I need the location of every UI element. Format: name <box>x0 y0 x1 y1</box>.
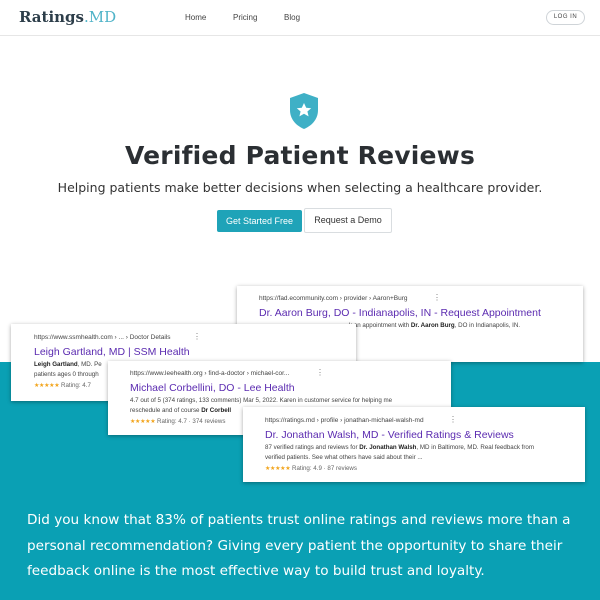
get-started-button[interactable]: Get Started Free <box>217 210 302 232</box>
logo-tld: .MD <box>84 8 117 26</box>
result-snippet: k an appointment with Dr. Aaron Burg, DO… <box>349 322 521 329</box>
nav-blog-link[interactable]: Blog <box>284 13 300 22</box>
more-vertical-icon[interactable]: ⋮ <box>316 369 324 377</box>
request-demo-button[interactable]: Request a Demo <box>304 208 392 233</box>
rating-stars-icon: ★★★★★ <box>130 418 156 425</box>
site-logo[interactable]: Ratings.MD <box>19 8 116 26</box>
result-url[interactable]: https://www.ssmhealth.com › ... › Doctor… <box>34 334 171 341</box>
result-rating: ★★★★★ Rating: 4.9 · 87 reviews <box>265 465 357 472</box>
hero-subtitle: Helping patients make better decisions w… <box>57 180 543 195</box>
nav-home-link[interactable]: Home <box>185 13 206 22</box>
result-url[interactable]: https://ratings.md › profile › jonathan-… <box>265 417 424 424</box>
more-vertical-icon[interactable]: ⋮ <box>449 416 457 424</box>
result-url[interactable]: https://fad.ecommunity.com › provider › … <box>259 295 408 302</box>
logo-main: Ratings <box>19 8 84 26</box>
band-text: Did you know that 83% of patients trust … <box>27 512 571 579</box>
more-vertical-icon[interactable]: ⋮ <box>193 333 201 341</box>
result-title[interactable]: Michael Corbellini, DO - Lee Health <box>130 382 295 394</box>
result-title[interactable]: Leigh Gartland, MD | SSM Health <box>34 346 190 358</box>
result-title[interactable]: Dr. Aaron Burg, DO - Indianapolis, IN - … <box>259 307 541 319</box>
login-button[interactable]: LOG IN <box>546 10 585 25</box>
result-snippet: 87 verified ratings and reviews for Dr. … <box>265 444 535 461</box>
nav-pricing-link[interactable]: Pricing <box>233 13 257 22</box>
search-result-card-ratingsmd: https://ratings.md › profile › jonathan-… <box>243 407 585 482</box>
result-rating: ★★★★★ Rating: 4.7 · 374 reviews <box>130 418 226 425</box>
more-vertical-icon[interactable]: ⋮ <box>433 294 441 302</box>
hero-title: Verified Patient Reviews <box>124 141 476 170</box>
shield-star-icon <box>290 93 318 129</box>
site-header: Ratings.MD Home Pricing Blog LOG IN <box>0 0 600 36</box>
rating-stars-icon: ★★★★★ <box>34 382 60 389</box>
result-rating: ★★★★★ Rating: 4.7 <box>34 382 91 389</box>
result-url[interactable]: https://www.leehealth.org › find-a-docto… <box>130 370 289 377</box>
result-title[interactable]: Dr. Jonathan Walsh, MD - Verified Rating… <box>265 429 514 441</box>
rating-stars-icon: ★★★★★ <box>265 465 291 472</box>
